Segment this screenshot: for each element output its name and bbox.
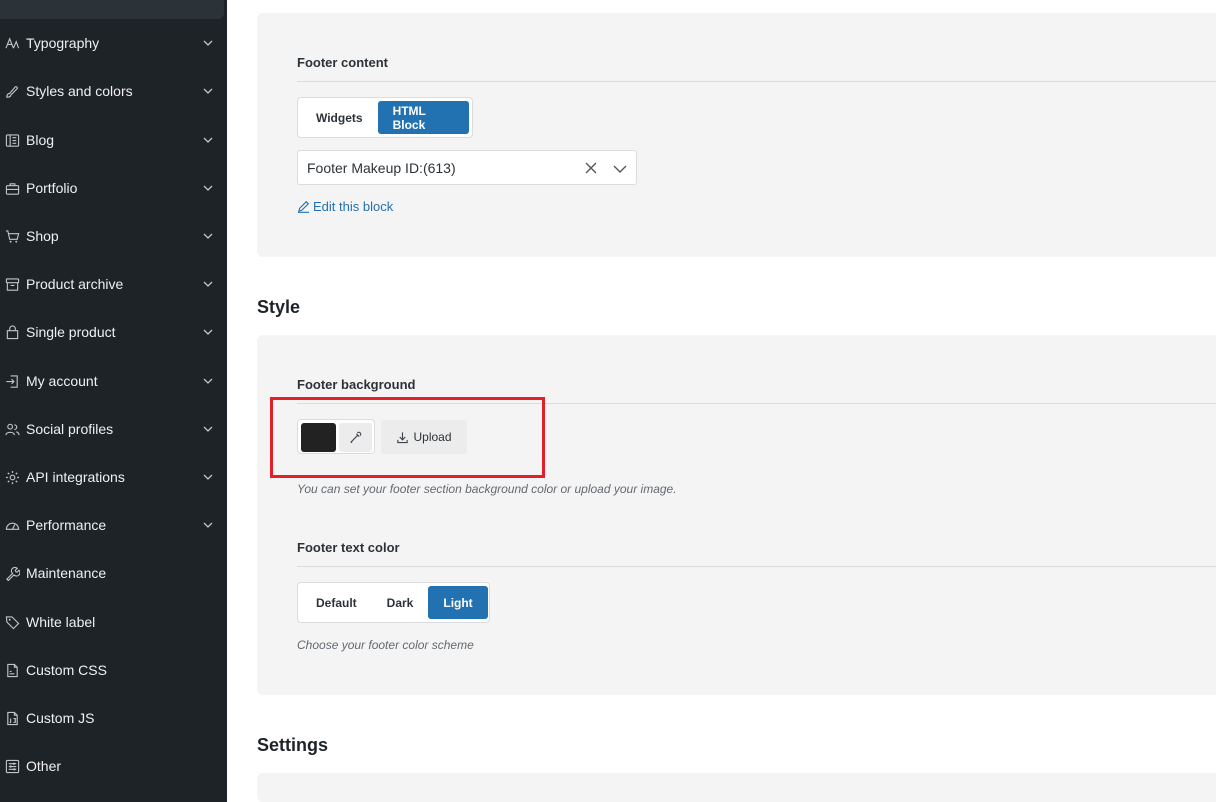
sidebar: Typography Styles and colors Blog Portfolio… xyxy=(0,0,227,802)
sidebar-item-api-integrations[interactable]: API integrations xyxy=(0,457,227,497)
sidebar-active-item[interactable] xyxy=(0,0,224,19)
users-icon xyxy=(4,421,20,437)
html-block-select[interactable]: Footer Makeup ID:(613) xyxy=(297,150,637,185)
sidebar-item-product-archive[interactable]: Product archive xyxy=(0,264,227,304)
default-option[interactable]: Default xyxy=(301,586,372,619)
sidebar-item-styles-and-colors[interactable]: Styles and colors xyxy=(0,71,227,111)
chevron-down-icon[interactable] xyxy=(202,85,214,97)
tag-icon xyxy=(4,614,20,630)
sidebar-item-label: Custom CSS xyxy=(26,662,107,678)
sidebar-item-label: Typography xyxy=(26,35,100,51)
sidebar-item-label: Custom JS xyxy=(26,710,95,726)
edit-block-label: Edit this block xyxy=(313,199,394,214)
js-file-icon xyxy=(4,710,20,726)
gauge-icon xyxy=(4,517,20,533)
clear-icon[interactable] xyxy=(584,161,598,175)
main-content: Footer content Widgets HTML Block Footer… xyxy=(227,0,1216,802)
divider xyxy=(297,566,1216,567)
chevron-down-icon[interactable] xyxy=(202,471,214,483)
footer-text-color-toggle: Default Dark Light xyxy=(297,582,490,623)
divider xyxy=(297,81,1216,82)
sidebar-item-maintenance[interactable]: Maintenance xyxy=(0,553,227,593)
login-icon xyxy=(4,373,20,389)
edit-block-link[interactable]: Edit this block xyxy=(297,199,393,214)
bag-icon xyxy=(4,324,20,340)
sidebar-item-custom-js[interactable]: Custom JS xyxy=(0,698,227,738)
light-option[interactable]: Light xyxy=(428,586,488,619)
settings-section-title: Settings xyxy=(257,735,329,755)
sidebar-item-label: My account xyxy=(26,373,98,389)
footer-text-color-hint: Choose your footer color scheme xyxy=(297,638,474,652)
chevron-down-icon[interactable] xyxy=(202,37,214,49)
sidebar-item-typography[interactable]: Typography xyxy=(0,23,227,63)
annotation-highlight-box xyxy=(270,397,545,478)
sidebar-item-label: Performance xyxy=(26,517,107,533)
brush-icon xyxy=(4,83,20,99)
sidebar-item-label: White label xyxy=(26,614,96,630)
sidebar-item-label: Single product xyxy=(26,324,116,340)
sidebar-item-portfolio[interactable]: Portfolio xyxy=(0,168,227,208)
dark-option[interactable]: Dark xyxy=(372,586,429,619)
settings-panel xyxy=(257,773,1216,802)
sidebar-item-performance[interactable]: Performance xyxy=(0,505,227,545)
sliders-icon xyxy=(4,758,20,774)
sidebar-item-custom-css[interactable]: Custom CSS xyxy=(0,650,227,690)
footer-content-toggle: Widgets HTML Block xyxy=(297,97,473,138)
chevron-down-icon[interactable] xyxy=(202,519,214,531)
widgets-option[interactable]: Widgets xyxy=(301,101,378,134)
css-file-icon xyxy=(4,662,20,678)
footer-background-title: Footer background xyxy=(297,377,416,392)
sidebar-item-label: Styles and colors xyxy=(26,83,133,99)
chevron-down-icon[interactable] xyxy=(202,423,214,435)
sidebar-item-white-label[interactable]: White label xyxy=(0,602,227,642)
sidebar-item-other[interactable]: Other xyxy=(0,746,227,786)
briefcase-icon xyxy=(4,180,20,196)
chevron-down-icon[interactable] xyxy=(202,326,214,338)
chevron-down-icon[interactable] xyxy=(202,134,214,146)
wrench-icon xyxy=(4,565,20,581)
sidebar-item-label: Shop xyxy=(26,228,59,244)
cart-icon xyxy=(4,228,20,244)
chevron-down-icon[interactable] xyxy=(202,182,214,194)
style-section-title: Style xyxy=(257,297,301,317)
sidebar-item-my-account[interactable]: My account xyxy=(0,361,227,401)
chevron-down-icon[interactable] xyxy=(202,230,214,242)
blog-icon xyxy=(4,132,20,148)
sidebar-item-single-product[interactable]: Single product xyxy=(0,312,227,352)
sidebar-item-label: Other xyxy=(26,758,62,774)
footer-content-title: Footer content xyxy=(297,55,388,70)
sidebar-item-label: Maintenance xyxy=(26,565,107,581)
sidebar-item-label: Blog xyxy=(26,132,55,148)
typography-icon xyxy=(4,35,20,51)
sidebar-item-shop[interactable]: Shop xyxy=(0,216,227,256)
html-block-select-value: Footer Makeup ID:(613) xyxy=(307,160,456,176)
chevron-down-icon[interactable] xyxy=(613,162,627,176)
sidebar-item-label: Portfolio xyxy=(26,180,78,196)
sidebar-item-social-profiles[interactable]: Social profiles xyxy=(0,409,227,449)
chevron-down-icon[interactable] xyxy=(202,278,214,290)
sidebar-item-label: Social profiles xyxy=(26,421,114,437)
html-block-option[interactable]: HTML Block xyxy=(377,101,469,134)
footer-text-color-title: Footer text color xyxy=(297,540,400,555)
pencil-icon xyxy=(297,200,310,213)
sidebar-item-label: API integrations xyxy=(26,469,125,485)
chevron-down-icon[interactable] xyxy=(202,375,214,387)
archive-icon xyxy=(4,276,20,292)
footer-background-hint: You can set your footer section backgrou… xyxy=(297,482,677,496)
sidebar-item-label: Product archive xyxy=(26,276,124,292)
sidebar-item-blog[interactable]: Blog xyxy=(0,120,227,160)
gear-icon xyxy=(4,469,20,485)
